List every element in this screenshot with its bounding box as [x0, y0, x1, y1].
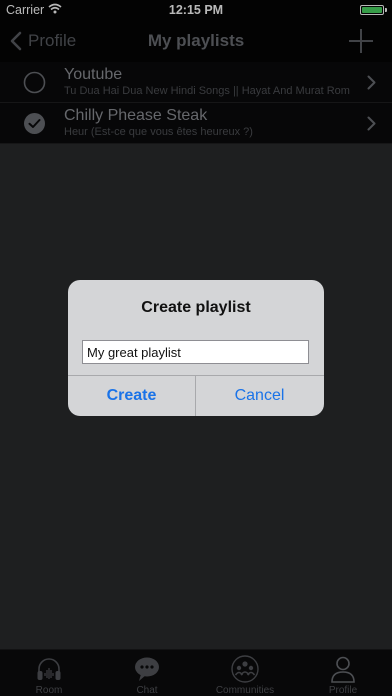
create-button[interactable]: Create	[68, 376, 195, 416]
app-screen: Carrier 12:15 PM Profile My playlists Yo…	[0, 0, 392, 696]
dialog-title: Create playlist	[141, 299, 251, 316]
create-playlist-dialog: Create playlist Create Cancel	[68, 280, 324, 416]
cancel-button[interactable]: Cancel	[196, 376, 323, 416]
playlist-name-input[interactable]	[82, 340, 309, 364]
